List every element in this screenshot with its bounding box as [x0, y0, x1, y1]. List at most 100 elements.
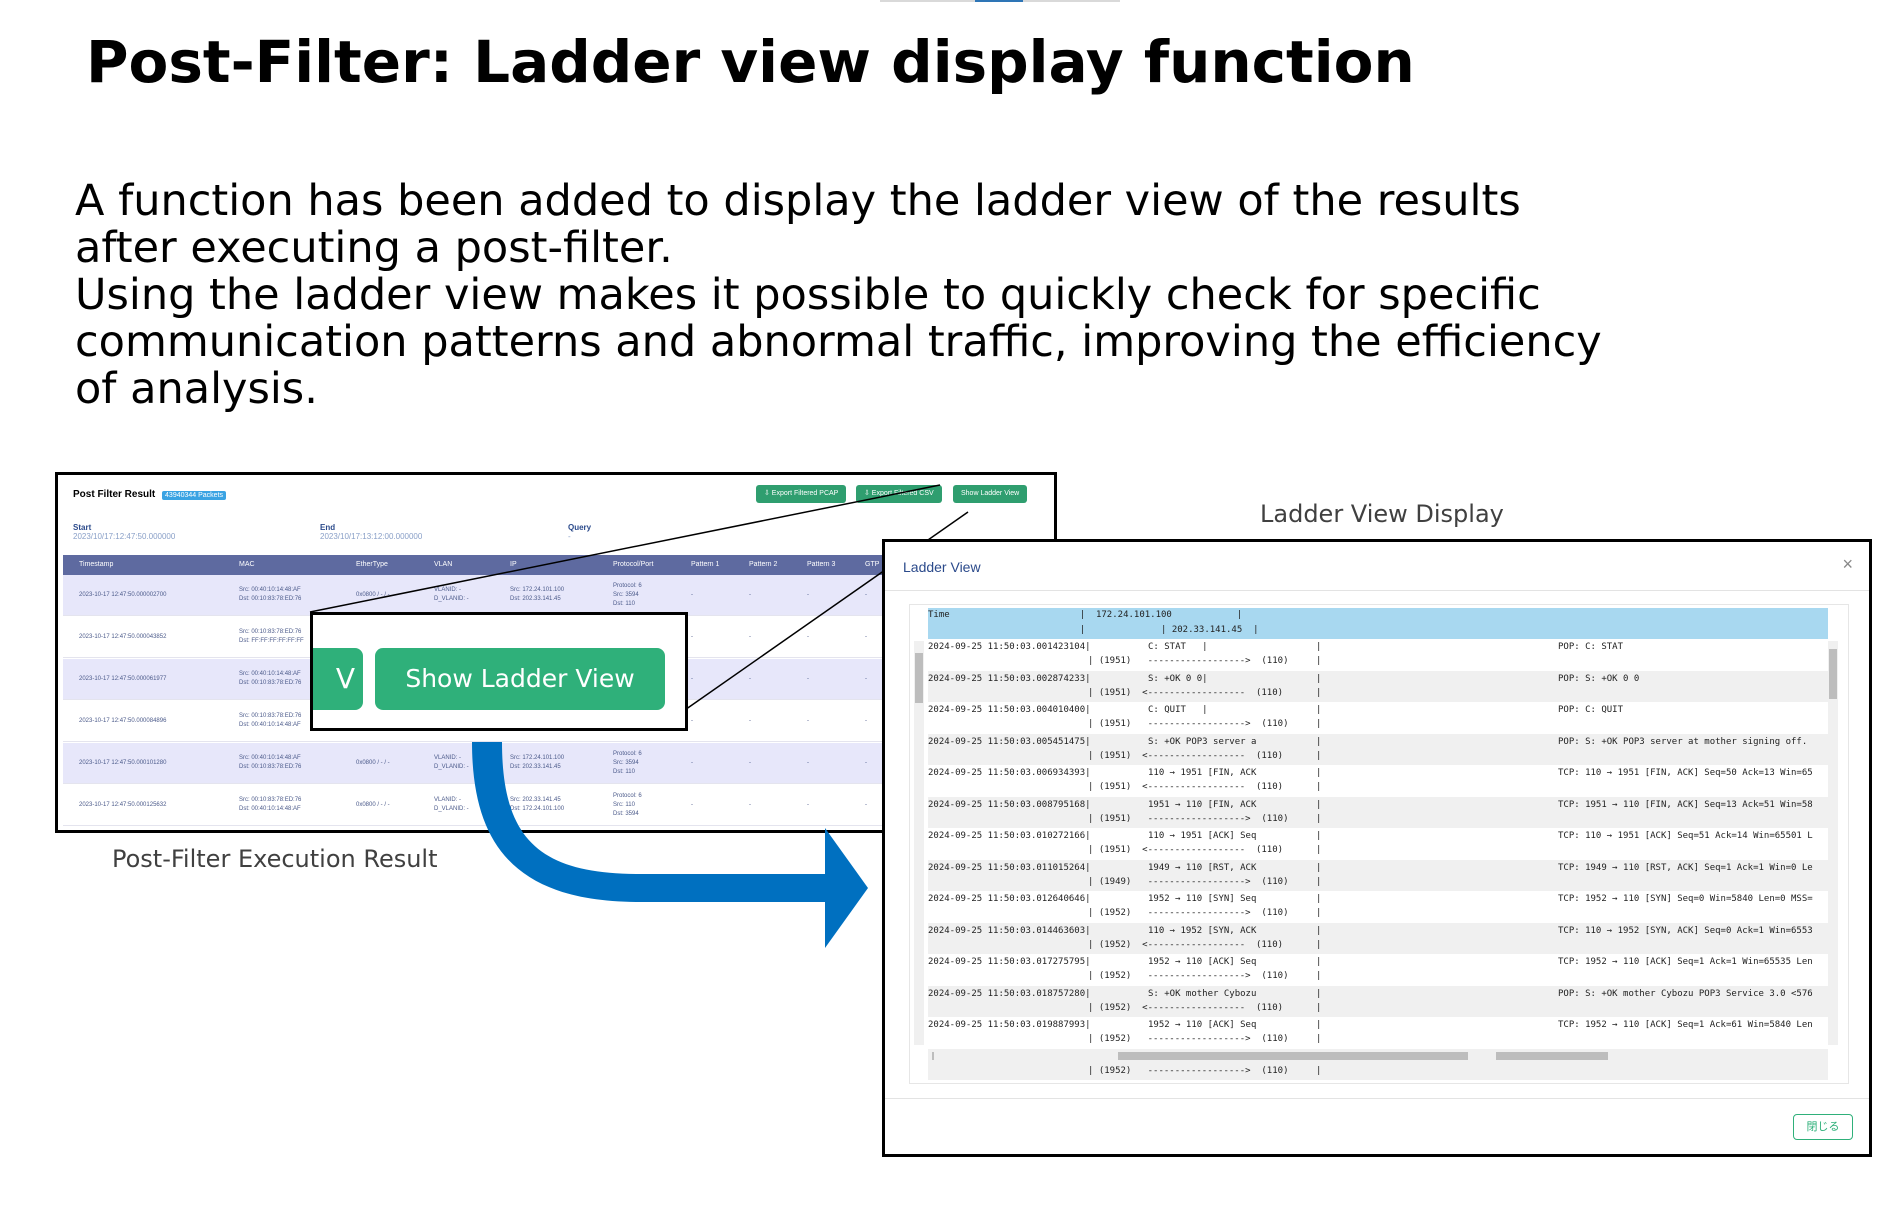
- ladder-view-content[interactable]: Time | 172.24.101.100 | | | 202.33.141.4…: [909, 604, 1849, 1084]
- right-vertical-scrollbar[interactable]: [1828, 641, 1838, 1045]
- ladder-view-modal: Ladder View × Time | 172.24.101.100 | | …: [882, 539, 1872, 1157]
- ladder-time: 2024-09-25 11:50:03.005451475|: [928, 736, 1091, 747]
- horizontal-scrollbar-ladder[interactable]: [1110, 1051, 1482, 1061]
- ladder-time: 2024-09-25 11:50:03.010272166|: [928, 831, 1091, 841]
- ladder-time: 2024-09-25 11:50:03.017275795|: [928, 957, 1091, 967]
- ladder-time: 2024-09-25 11:50:03.019887993|: [928, 1020, 1091, 1030]
- ladder-info: TCP: 1951 → 110 [FIN, ACK] Seq=13 Ack=51…: [1558, 799, 1813, 810]
- ladder-time: 2024-09-25 11:50:03.004010400|: [928, 705, 1091, 715]
- ladder-row: 2024-09-25 11:50:03.010272166| 110 → 1951…: [928, 828, 1828, 859]
- ladder-lifeline: |: [1316, 768, 1322, 778]
- ladder-info: POP: S: +OK POP3 server at mother signin…: [1558, 736, 1808, 747]
- ladder-info: TCP: 1952 → 110 [SYN] Seq=0 Win=5840 Len…: [1558, 894, 1813, 904]
- close-button[interactable]: 閉じる: [1793, 1114, 1853, 1140]
- ladder-lifeline: |: [1316, 876, 1322, 887]
- ladder-row: 2024-09-25 11:50:03.011015264| 1949 → 110…: [928, 859, 1828, 891]
- ladder-lifeline: |: [1316, 736, 1322, 747]
- ladder-msg: 1952 → 110 [ACK] Seq: [1148, 1020, 1257, 1030]
- ladder-lifeline: |: [1316, 687, 1322, 698]
- ladder-msg: 1951 → 110 [FIN, ACK: [1148, 799, 1257, 810]
- ladder-lifeline: |: [1316, 705, 1322, 715]
- ladder-lifeline: |: [1316, 831, 1322, 841]
- ladder-time: 2024-09-25 11:50:03.014463603|: [928, 925, 1091, 936]
- ladder-lifeline: |: [1316, 656, 1322, 666]
- ladder-lifeline: |: [1316, 1002, 1322, 1013]
- ladder-lifeline: |: [1316, 1020, 1322, 1030]
- ladder-lifeline: |: [1316, 1065, 1322, 1076]
- scroll-thumb[interactable]: [1496, 1052, 1608, 1060]
- ladder-row: 2024-09-25 11:50:03.017275795| 1952 → 110…: [928, 954, 1828, 985]
- ladder-time: 2024-09-25 11:50:03.002874233|: [928, 673, 1091, 684]
- scroll-thumb[interactable]: [915, 653, 923, 703]
- ladder-info: TCP: 1952 → 110 [ACK] Seq=1 Ack=61 Win=5…: [1558, 1020, 1813, 1030]
- ladder-info: POP: S: +OK mother Cybozu POP3 Service 3…: [1558, 988, 1813, 999]
- ladder-lifeline: |: [1316, 782, 1322, 792]
- ladder-info: POP: C: STAT: [1558, 642, 1624, 652]
- ladder-port: | (1952) ------------------> (110): [1088, 1034, 1289, 1044]
- ladder-lifeline: |: [1316, 925, 1322, 936]
- scroll-thumb[interactable]: [1829, 649, 1837, 699]
- ladder-port: | (1951) <------------------ (110): [1088, 782, 1284, 792]
- ladder-header-line-2: | | 202.33.141.45 |: [928, 625, 1259, 635]
- ladder-info: TCP: 1949 → 110 [RST, ACK] Seq=1 Ack=1 W…: [1558, 862, 1813, 873]
- ladder-info: TCP: 110 → 1952 [SYN, ACK] Seq=0 Ack=1 W…: [1558, 925, 1813, 936]
- ladder-msg: 1952 → 110 [SYN] Seq: [1148, 894, 1257, 904]
- ladder-info: POP: C: QUIT: [1558, 705, 1624, 715]
- ladder-lifeline: |: [1316, 971, 1322, 981]
- ladder-header: Time | 172.24.101.100 | | | 202.33.141.4…: [928, 608, 1828, 639]
- horizontal-scrollbar-time[interactable]: [928, 1051, 1106, 1061]
- ladder-msg: 110 → 1951 [ACK] Seq: [1148, 831, 1257, 841]
- ladder-lifeline: |: [1316, 908, 1322, 918]
- scroll-thumb[interactable]: [932, 1052, 934, 1060]
- ladder-port: | (1951) <------------------ (110): [1088, 687, 1284, 698]
- ladder-lifeline: |: [1316, 939, 1322, 950]
- ladder-time: 2024-09-25 11:50:03.018757280|: [928, 988, 1091, 999]
- modal-footer-divider: [885, 1098, 1869, 1099]
- ladder-time: 2024-09-25 11:50:03.001423104|: [928, 642, 1091, 652]
- ladder-msg: 1952 → 110 [ACK] Seq: [1148, 957, 1257, 967]
- ladder-row: 2024-09-25 11:50:03.004010400| C: QUIT | |…: [928, 702, 1828, 733]
- ladder-port: | (1951) ------------------> (110): [1088, 813, 1289, 824]
- scroll-thumb[interactable]: [1118, 1052, 1468, 1060]
- modal-header-divider: [885, 590, 1869, 591]
- ladder-row: 2024-09-25 11:50:03.006934393| 110 → 1951…: [928, 765, 1828, 796]
- ladder-lifeline: |: [1316, 813, 1322, 824]
- ladder-port: | (1952) <------------------ (110): [1088, 939, 1284, 950]
- ladder-port: | (1952) ------------------> (110): [1088, 908, 1289, 918]
- ladder-msg: C: STAT |: [1148, 642, 1208, 652]
- ladder-info: TCP: 110 → 1951 [FIN, ACK] Seq=50 Ack=13…: [1558, 768, 1813, 778]
- ladder-port: | (1951) <------------------ (110): [1088, 750, 1284, 761]
- ladder-info: POP: S: +OK 0 0: [1558, 673, 1640, 684]
- ladder-msg: S: +OK mother Cybozu: [1148, 988, 1257, 999]
- ladder-port: | (1951) ------------------> (110): [1088, 656, 1289, 666]
- ladder-msg: 110 → 1951 [FIN, ACK: [1148, 768, 1257, 778]
- ladder-port: | (1951) ------------------> (110): [1088, 719, 1289, 729]
- ladder-row: 2024-09-25 11:50:03.002874233| S: +OK 0 0…: [928, 670, 1828, 702]
- ladder-row: 2024-09-25 11:50:03.005451475| S: +OK POP…: [928, 733, 1828, 765]
- horizontal-scrollbar-info[interactable]: [1486, 1051, 1828, 1061]
- ladder-time: 2024-09-25 11:50:03.008795168|: [928, 799, 1091, 810]
- ladder-time: 2024-09-25 11:50:03.011015264|: [928, 862, 1091, 873]
- ladder-lifeline: |: [1316, 642, 1322, 652]
- ladder-header-line-1: Time | 172.24.101.100 |: [928, 610, 1243, 620]
- ladder-lifeline: |: [1316, 750, 1322, 761]
- ladder-time: 2024-09-25 11:50:03.006934393|: [928, 768, 1091, 778]
- caption-ladder-view-display: Ladder View Display: [1260, 500, 1504, 528]
- ladder-lifeline: |: [1316, 845, 1322, 855]
- ladder-row: 2024-09-25 11:50:03.012640646| 1952 → 110…: [928, 891, 1828, 922]
- ladder-lifeline: |: [1316, 988, 1322, 999]
- ladder-time: 2024-09-25 11:50:03.012640646|: [928, 894, 1091, 904]
- ladder-msg: S: +OK 0 0|: [1148, 673, 1208, 684]
- left-vertical-scrollbar[interactable]: [914, 641, 924, 1045]
- ladder-row: 2024-09-25 11:50:03.008795168| 1951 → 110…: [928, 796, 1828, 828]
- ladder-msg: 1949 → 110 [RST, ACK: [1148, 862, 1257, 873]
- close-icon[interactable]: ×: [1842, 554, 1853, 575]
- ladder-port: | (1952) <------------------ (110): [1088, 1002, 1284, 1013]
- ladder-lifeline: |: [1316, 862, 1322, 873]
- ladder-info: TCP: 1952 → 110 [ACK] Seq=1 Ack=1 Win=65…: [1558, 957, 1813, 967]
- ladder-row: 2024-09-25 11:50:03.001423104| C: STAT | |…: [928, 639, 1828, 670]
- ladder-port: | (1951) <------------------ (110): [1088, 845, 1284, 855]
- ladder-msg: S: +OK POP3 server a: [1148, 736, 1257, 747]
- ladder-info: TCP: 110 → 1951 [ACK] Seq=51 Ack=14 Win=…: [1558, 831, 1813, 841]
- ladder-view-title: Ladder View: [903, 559, 981, 575]
